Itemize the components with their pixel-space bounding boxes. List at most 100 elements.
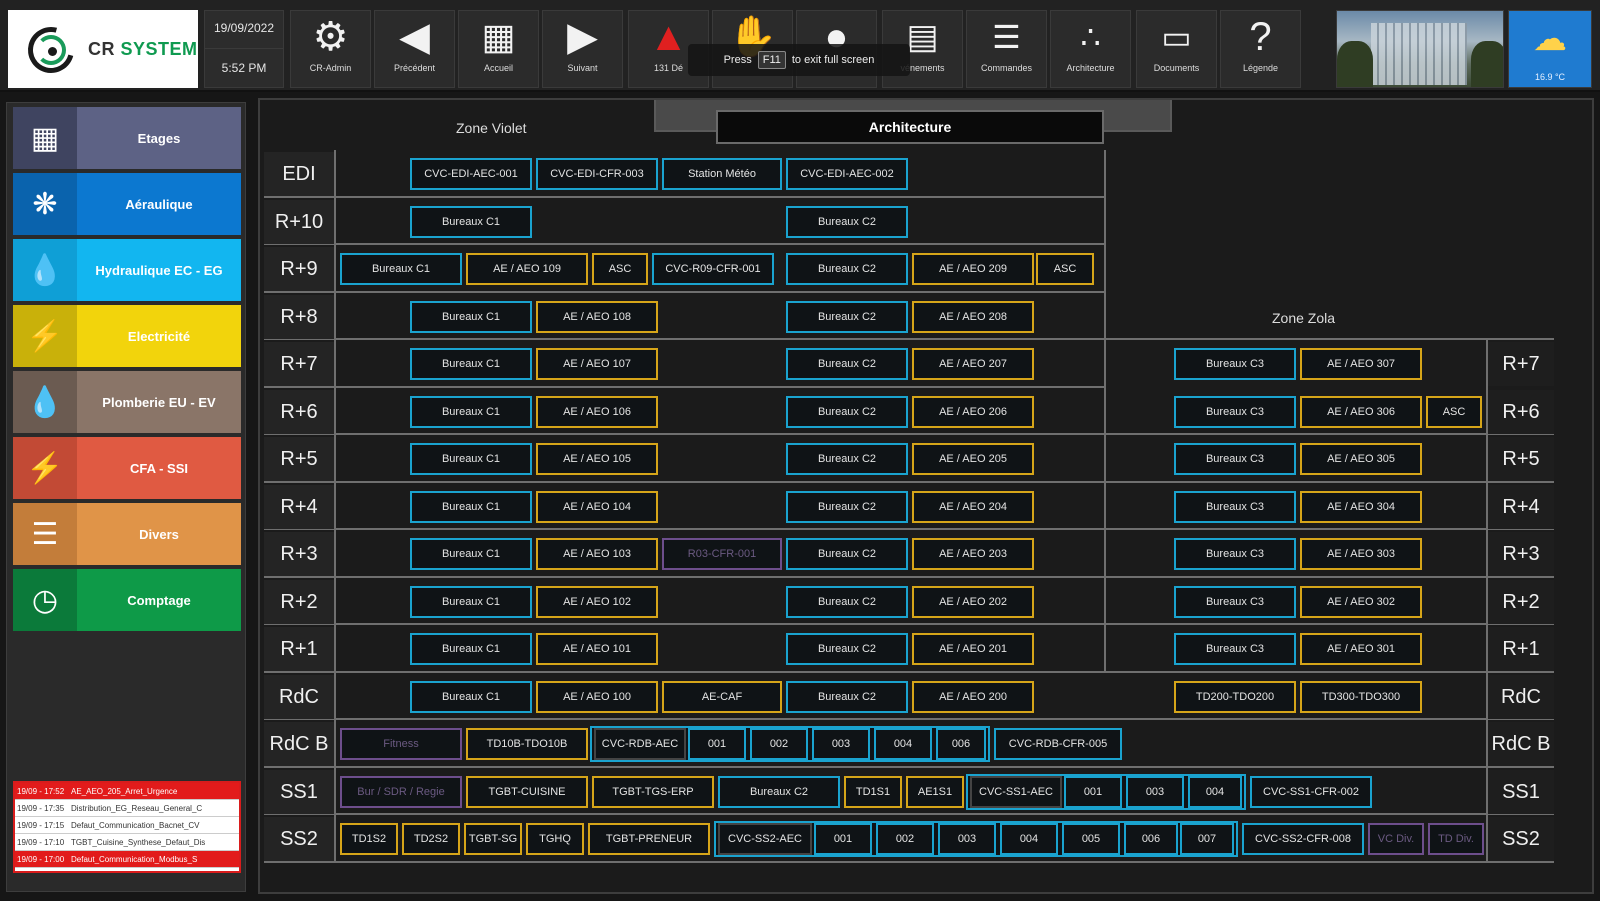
equipment-button[interactable]: AE / AEO 205 [912, 443, 1034, 475]
equipment-button[interactable]: Bureaux C3 [1174, 348, 1296, 380]
equipment-button[interactable]: Bureaux C2 [718, 775, 840, 808]
next-button[interactable]: ▶ Suivant [542, 10, 623, 88]
tab-architecture[interactable]: Architecture [716, 110, 1104, 144]
equipment-button[interactable]: Station Météo [662, 158, 782, 190]
equipment-button[interactable]: CVC-EDI-AEC-002 [786, 158, 908, 190]
equipment-button[interactable]: AE / AEO 103 [536, 538, 658, 570]
alarm-list[interactable]: 19/09 - 17:52 AE_AEO_205_Arret_Urgence 19… [13, 781, 241, 873]
equipment-button[interactable]: Bureaux C1 [410, 300, 532, 333]
equipment-button[interactable]: R03-CFR-001 [662, 538, 782, 570]
equipment-button[interactable]: Bureaux C1 [410, 538, 532, 570]
floor-label[interactable]: R+1 [264, 627, 334, 671]
floor-label[interactable]: R+9 [264, 247, 334, 291]
floor-label[interactable]: RdC [264, 674, 334, 719]
cr-admin-button[interactable]: ⚙ CR-Admin [290, 10, 371, 88]
equipment-button[interactable]: Bureaux C2 [786, 585, 908, 618]
equipment-button[interactable]: TGBT-PRENEUR [588, 823, 710, 855]
equipment-button[interactable]: Bureaux C3 [1174, 443, 1296, 475]
equipment-button[interactable]: 001 [1064, 775, 1122, 808]
equipment-button[interactable]: Bureaux C2 [786, 253, 908, 285]
equipment-button[interactable]: AE / AEO 108 [536, 300, 658, 333]
equipment-button[interactable]: CVC-SS2-AEC [718, 823, 812, 855]
architecture-button[interactable]: ∴ Architecture [1050, 10, 1131, 88]
equipment-button[interactable]: Bureaux C3 [1174, 585, 1296, 618]
equipment-button[interactable]: AE / AEO 209 [912, 253, 1034, 285]
sidebar-item-plomberie[interactable]: 💧 Plomberie EU - EV [13, 371, 241, 433]
equipment-button[interactable]: AE1S1 [906, 775, 964, 808]
equipment-button[interactable]: Bureaux C1 [410, 633, 532, 665]
equipment-button[interactable]: CVC-SS1-AEC [970, 775, 1062, 808]
equipment-button[interactable]: AE / AEO 101 [536, 633, 658, 665]
equipment-button[interactable]: TD Div. [1428, 823, 1484, 855]
equipment-button[interactable]: Bureaux C1 [410, 205, 532, 238]
equipment-button[interactable]: TD1S1 [844, 775, 902, 808]
equipment-button[interactable]: Bureaux C2 [786, 300, 908, 333]
equipment-button[interactable]: Bureaux C1 [410, 585, 532, 618]
sidebar-item-divers[interactable]: ☰ Divers [13, 503, 241, 565]
equipment-button[interactable]: CVC-RDB-CFR-005 [994, 728, 1122, 760]
floor-label[interactable]: R+3 [1488, 532, 1554, 576]
equipment-button[interactable]: TD200-TDO200 [1174, 680, 1296, 713]
equipment-button[interactable]: TD300-TDO300 [1300, 680, 1422, 713]
equipment-button[interactable]: CVC-SS1-CFR-002 [1250, 775, 1372, 808]
equipment-button[interactable]: AE / AEO 304 [1300, 490, 1422, 523]
commands-button[interactable]: ☰ Commandes [966, 10, 1047, 88]
equipment-button[interactable]: 003 [812, 728, 870, 760]
floor-label[interactable]: R+8 [264, 294, 334, 339]
equipment-button[interactable]: CVC-EDI-AEC-001 [410, 158, 532, 190]
floor-label[interactable]: R+6 [264, 389, 334, 434]
equipment-button[interactable]: AE / AEO 203 [912, 538, 1034, 570]
alarm-row[interactable]: 19/09 - 17:35 Distribution_EG_Reseau_Gene… [15, 800, 239, 817]
equipment-button[interactable]: Bureaux C2 [786, 633, 908, 665]
floor-label[interactable]: R+5 [264, 437, 334, 481]
legend-button[interactable]: ? Légende [1220, 10, 1301, 88]
alarm-row[interactable]: 19/09 - 17:15 Defaut_Communication_Bacnet… [15, 817, 239, 834]
floor-label[interactable]: EDI [264, 152, 334, 196]
equipment-button[interactable]: 001 [814, 823, 872, 855]
equipment-button[interactable]: TD2S2 [402, 823, 460, 855]
equipment-button[interactable]: 004 [874, 728, 932, 760]
alarm-row[interactable]: 19/09 - 17:00 Defaut_Communication_Modbus… [15, 851, 239, 868]
equipment-button[interactable]: AE / AEO 201 [912, 633, 1034, 665]
equipment-button[interactable]: Bureaux C2 [786, 348, 908, 380]
equipment-button[interactable]: 007 [1180, 823, 1234, 855]
equipment-button[interactable]: Bur / SDR / Regie [340, 775, 462, 808]
equipment-button[interactable]: CVC-SS2-CFR-008 [1242, 823, 1364, 855]
previous-button[interactable]: ◀ Précédent [374, 10, 455, 88]
floor-label[interactable]: SS2 [264, 817, 334, 861]
equipment-button[interactable]: CVC-EDI-CFR-003 [536, 158, 658, 190]
equipment-button[interactable]: 003 [938, 823, 996, 855]
floor-label[interactable]: RdC B [264, 722, 334, 766]
equipment-button[interactable]: CVC-R09-CFR-001 [652, 253, 774, 285]
equipment-button[interactable]: Bureaux C2 [786, 205, 908, 238]
floor-label[interactable]: R+1 [1488, 627, 1554, 671]
equipment-button[interactable]: 001 [688, 728, 746, 760]
floor-label[interactable]: SS1 [1488, 769, 1554, 814]
equipment-button[interactable]: Bureaux C2 [786, 443, 908, 475]
equipment-button[interactable]: Bureaux C1 [410, 443, 532, 475]
equipment-button[interactable]: Bureaux C1 [410, 395, 532, 428]
equipment-button[interactable]: AE / AEO 202 [912, 585, 1034, 618]
floor-label[interactable]: R+2 [264, 579, 334, 624]
equipment-button[interactable]: Bureaux C3 [1174, 538, 1296, 570]
floor-label[interactable]: R+2 [1488, 579, 1554, 624]
home-button[interactable]: ▦ Accueil [458, 10, 539, 88]
equipment-button[interactable]: 006 [1124, 823, 1178, 855]
equipment-button[interactable]: AE / AEO 109 [466, 253, 588, 285]
floor-label[interactable]: R+7 [264, 342, 334, 386]
equipment-button[interactable]: AE / AEO 305 [1300, 443, 1422, 475]
equipment-button[interactable]: AE / AEO 204 [912, 490, 1034, 523]
floor-label[interactable]: R+7 [1488, 342, 1554, 386]
equipment-button[interactable]: TGBT-CUISINE [466, 775, 588, 808]
equipment-button[interactable]: AE / AEO 302 [1300, 585, 1422, 618]
equipment-button[interactable]: ASC [592, 253, 648, 285]
floor-label[interactable]: RdC B [1488, 722, 1554, 766]
floor-label[interactable]: R+6 [1488, 389, 1554, 434]
equipment-button[interactable]: TGBT-SG [464, 823, 522, 855]
equipment-button[interactable]: Bureaux C3 [1174, 490, 1296, 523]
equipment-button[interactable]: ASC [1036, 253, 1094, 285]
sidebar-item-aeraulique[interactable]: ❋ Aéraulique [13, 173, 241, 235]
equipment-button[interactable]: AE / AEO 206 [912, 395, 1034, 428]
equipment-button[interactable]: 005 [1062, 823, 1120, 855]
floor-label[interactable]: SS1 [264, 769, 334, 814]
